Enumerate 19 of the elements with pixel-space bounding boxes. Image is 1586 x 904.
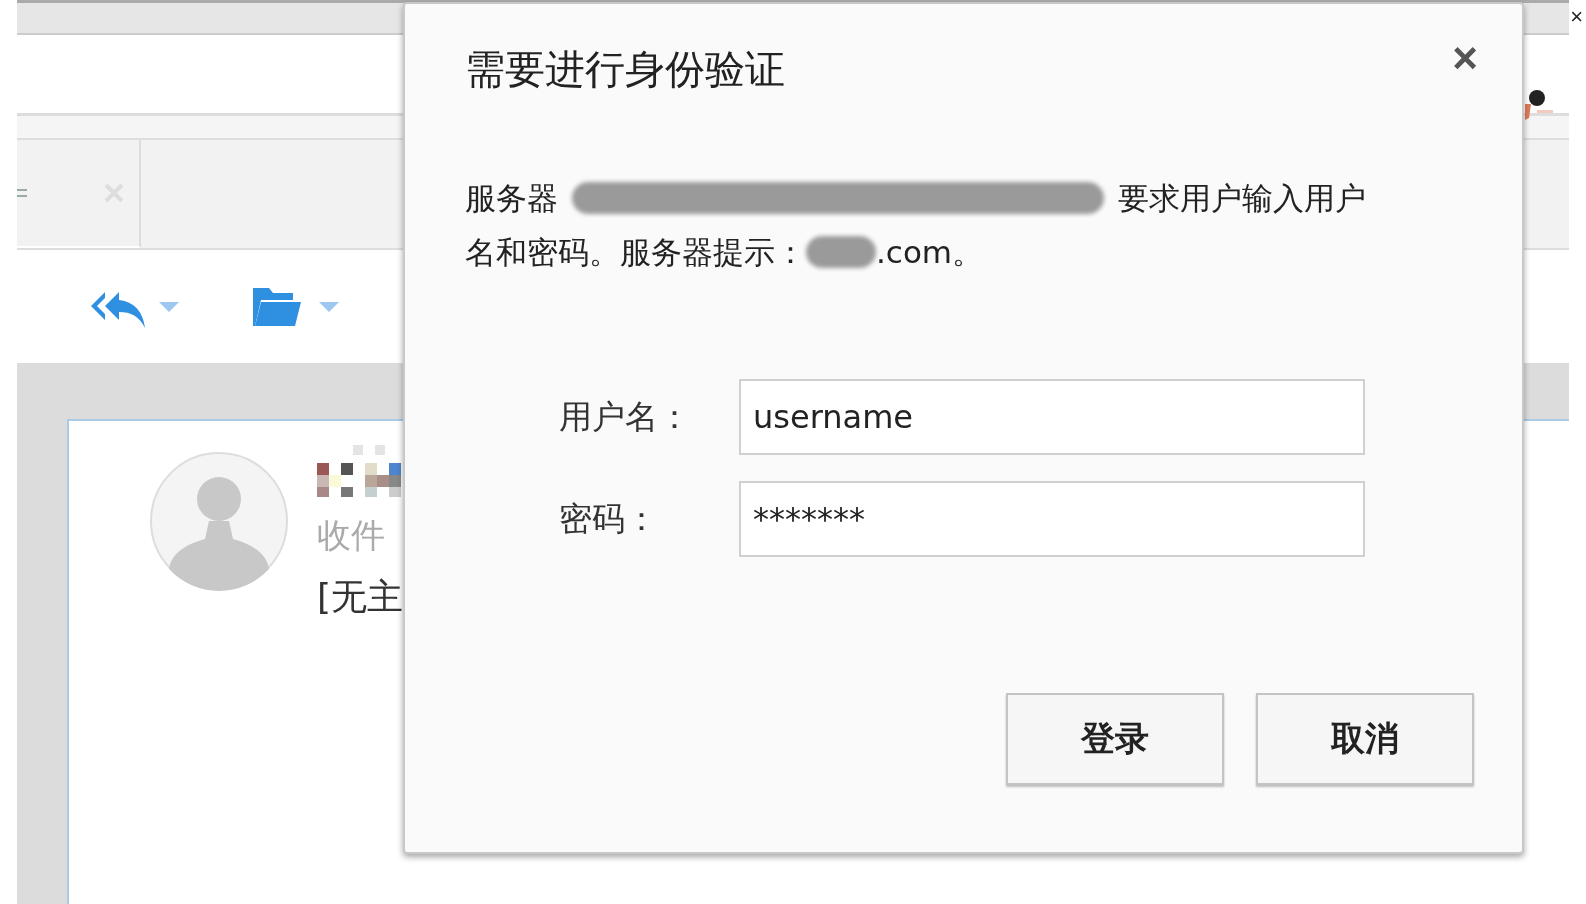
message-text: 要求用户输入用户 <box>1118 179 1366 218</box>
recipient-label: 收件 <box>317 514 386 557</box>
message-text: .com。 <box>876 233 984 272</box>
menu-icon <box>17 186 27 200</box>
field-label: 密码： <box>558 497 659 540</box>
close-button[interactable]: × <box>1570 6 1583 28</box>
dialog-button[interactable]: 取消 <box>1256 693 1474 785</box>
message-text: 服务器 <box>465 179 558 218</box>
message-text: 名和密码。服务器提示： <box>465 233 806 272</box>
field-label: 用户名： <box>558 395 692 438</box>
input-field[interactable]: username <box>739 379 1365 455</box>
dialog-title: 需要进行身份验证 <box>465 45 785 94</box>
avatar-icon <box>149 451 289 591</box>
redaction-mark <box>806 236 876 268</box>
dialog-button[interactable]: 登录 <box>1006 693 1224 785</box>
close-button[interactable]: × <box>1448 40 1482 76</box>
mascot-drawing <box>1525 90 1553 120</box>
input-field[interactable]: ******* <box>739 481 1365 557</box>
subject-text: [无主 <box>317 575 405 619</box>
